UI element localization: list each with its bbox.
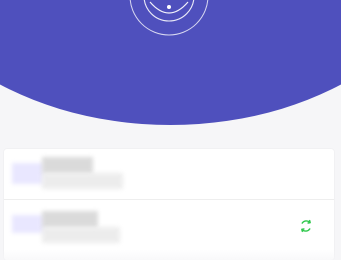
refresh-button[interactable] <box>298 218 314 234</box>
list-item[interactable] <box>4 149 334 200</box>
list-item-subtitle-blur <box>42 227 120 243</box>
avatar <box>12 163 44 184</box>
refresh-icon <box>301 219 311 233</box>
list-item-title-blur <box>42 157 93 174</box>
target-rings-icon <box>126 0 212 38</box>
avatar <box>12 215 45 233</box>
app-screen <box>0 0 341 260</box>
list-item-subtitle-blur <box>42 173 123 189</box>
list-item-title-blur <box>42 211 98 228</box>
bottom-fade <box>0 250 341 260</box>
account-card <box>4 149 334 260</box>
